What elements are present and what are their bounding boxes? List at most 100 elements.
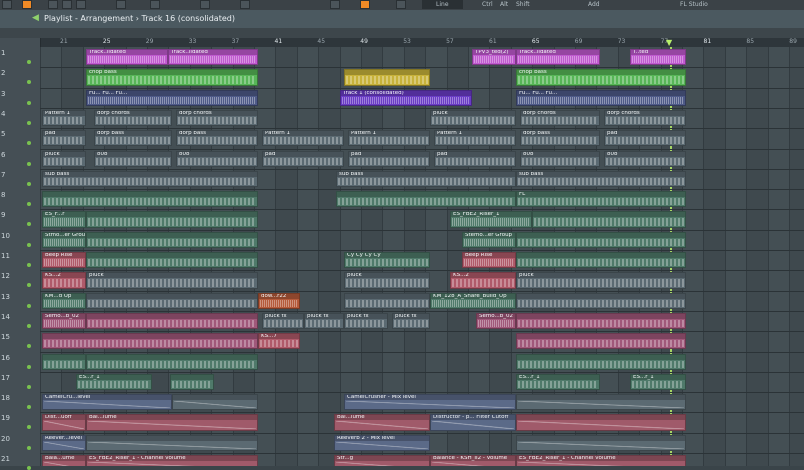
playlist-clip[interactable]	[344, 292, 430, 309]
playlist-clip[interactable]	[516, 414, 686, 431]
playlist-clip[interactable]: KS...2	[450, 272, 516, 289]
playlist-clip[interactable]: 808	[94, 150, 172, 167]
playlist-clip[interactable]: chop bass	[516, 69, 686, 86]
playlist-clip[interactable]: dorp bass	[176, 130, 258, 147]
playlist-clip[interactable]: pluck fx	[392, 312, 430, 330]
track-mute-led-icon[interactable]	[27, 323, 31, 328]
track-mute-led-icon[interactable]	[27, 141, 31, 146]
playlist-clip[interactable]	[516, 353, 686, 370]
playlist-clip[interactable]: dorp chords	[176, 109, 258, 127]
playlist-clip[interactable]	[516, 394, 686, 411]
draw-icon[interactable]	[150, 0, 160, 9]
playlist-clip[interactable]: Stmo...er Group	[42, 231, 86, 248]
playlist-clip[interactable]: KM_128_A_Snare_Build_Up	[430, 292, 516, 309]
playlist-clip[interactable]: Track..lidated	[516, 49, 600, 66]
playlist-clip[interactable]: pluck fx	[344, 312, 388, 330]
playlist-clip[interactable]: TPV3_ted(2)	[472, 49, 516, 66]
snap-select[interactable]: Line	[422, 0, 463, 9]
alt-key[interactable]: Alt	[500, 0, 508, 9]
playlist-clip[interactable]: dorp bass	[520, 130, 600, 147]
track-mute-led-icon[interactable]	[27, 80, 31, 85]
playlist-clip[interactable]	[516, 252, 686, 269]
playlist-clip[interactable]: pad	[604, 130, 686, 147]
menu-icon[interactable]	[2, 0, 12, 9]
zoom-icon[interactable]	[396, 0, 406, 9]
playlist-clip[interactable]: sub bass	[42, 170, 258, 188]
playlist-clip[interactable]: dorp chords	[604, 109, 686, 127]
track-mute-led-icon[interactable]	[27, 364, 31, 369]
playlist-clip[interactable]: ES...r_1	[516, 373, 600, 391]
playlist-clip[interactable]: pluck fx	[304, 312, 344, 330]
playhead-marker-icon[interactable]: ▼	[666, 38, 672, 47]
playlist-clip[interactable]: pluck	[42, 150, 86, 167]
track-mute-led-icon[interactable]	[27, 120, 31, 125]
playlist-clip[interactable]	[86, 292, 258, 309]
playlist-clip[interactable]: CamelCrusher - Mix level	[344, 394, 516, 411]
playlist-clip[interactable]	[344, 69, 430, 86]
playlist-clip[interactable]: pluck	[86, 272, 258, 289]
playlist-clip[interactable]: pad	[42, 130, 86, 147]
playlist-clip[interactable]: pluck	[430, 109, 516, 127]
playlist-clip[interactable]: Pattern 1	[348, 130, 430, 147]
stop-icon[interactable]	[62, 0, 72, 9]
playlist-clip[interactable]	[516, 231, 686, 248]
playlist-clip[interactable]: Distructor - p... Filter Cutoff	[430, 414, 516, 431]
playlist-clip[interactable]	[170, 373, 214, 391]
track-mute-led-icon[interactable]	[27, 425, 31, 430]
playlist-clip[interactable]: Pattern 1	[434, 130, 516, 147]
playlist-clip[interactable]: pluck	[516, 272, 686, 289]
arrangement-grid[interactable]: Track..lidated Track..lidated TPV3_ted(2) T…	[40, 47, 804, 466]
playlist-clip[interactable]: pad	[434, 150, 516, 167]
playback-icon[interactable]	[360, 0, 370, 9]
playlist-clip[interactable]	[516, 434, 686, 451]
playlist-clip[interactable]: CamelCru...level	[42, 394, 172, 411]
play-icon[interactable]	[48, 0, 58, 9]
playlist-clip[interactable]: Track..lidated	[86, 49, 168, 66]
playlist-clip[interactable]: ES_F...r	[42, 211, 86, 228]
playlist-clip[interactable]: Bal...lume	[86, 414, 258, 431]
playlist-clip[interactable]: Track..lidated	[168, 49, 258, 66]
track-mute-led-icon[interactable]	[27, 303, 31, 308]
track-mute-led-icon[interactable]	[27, 344, 31, 349]
playlist-clip[interactable]: dow...r22	[258, 292, 300, 309]
playlist-clip[interactable]: ES...r_1	[630, 373, 686, 391]
track-mute-led-icon[interactable]	[27, 242, 31, 247]
track-mute-led-icon[interactable]	[27, 445, 31, 450]
snap-icon[interactable]	[116, 0, 126, 9]
track-mute-led-icon[interactable]	[27, 222, 31, 227]
track-mute-led-icon[interactable]	[27, 181, 31, 186]
playlist-clip[interactable]: 808	[520, 150, 600, 167]
playlist-clip[interactable]: dorp chords	[94, 109, 172, 127]
playlist-clip[interactable]: dorp chords	[520, 109, 600, 127]
playlist-clip[interactable]: ES_FBE2_Riser_1 - Channel volume	[516, 455, 686, 466]
playlist-clip[interactable]	[516, 312, 686, 330]
playlist-clip[interactable]: Fu... Fu... Fu...	[516, 89, 686, 106]
playlist-clip[interactable]	[86, 211, 258, 228]
playlist-clip[interactable]: pad	[262, 150, 344, 167]
playlist-icon[interactable]: ◀	[32, 13, 39, 23]
playlist-clip[interactable]	[42, 353, 86, 370]
playlist-clip[interactable]: Cy Cy Cy Cy	[344, 252, 430, 269]
playlist-clip[interactable]: Balance - KSH_II2 - Volume	[430, 455, 516, 466]
playlist-clip[interactable]	[86, 434, 258, 451]
playlist-clip[interactable]: sub bass	[336, 170, 516, 188]
playlist-clip[interactable]: Semo...b_02	[42, 312, 86, 330]
playlist-clip[interactable]: Beep Rise	[42, 252, 86, 269]
pattern-icon[interactable]	[22, 0, 32, 9]
playlist-clip[interactable]	[86, 252, 258, 269]
playlist-clip[interactable]: pluck	[344, 272, 430, 289]
playlist-clip[interactable]: Reeverb 2 - Mix level	[334, 434, 430, 451]
playlist-clip[interactable]: Str...g	[334, 455, 430, 466]
playlist-clip[interactable]: ES_FBE2_Riser_1	[450, 211, 532, 228]
track-mute-led-icon[interactable]	[27, 466, 31, 470]
playlist-clip[interactable]: T..ted	[630, 49, 686, 66]
slice-icon[interactable]	[240, 0, 250, 9]
playlist-clip[interactable]: FL	[516, 191, 686, 208]
playlist-clip[interactable]: Fu... Fu... Fu...	[86, 89, 258, 106]
select-icon[interactable]	[200, 0, 210, 9]
playlist-clip[interactable]	[86, 312, 258, 330]
track-mute-led-icon[interactable]	[27, 161, 31, 166]
track-mute-led-icon[interactable]	[27, 100, 31, 105]
current-track-name[interactable]: Track 16 (consolidated)	[142, 14, 235, 23]
playlist-clip[interactable]: ES_FBE2_Riser_1 - Channel volume	[86, 455, 258, 466]
